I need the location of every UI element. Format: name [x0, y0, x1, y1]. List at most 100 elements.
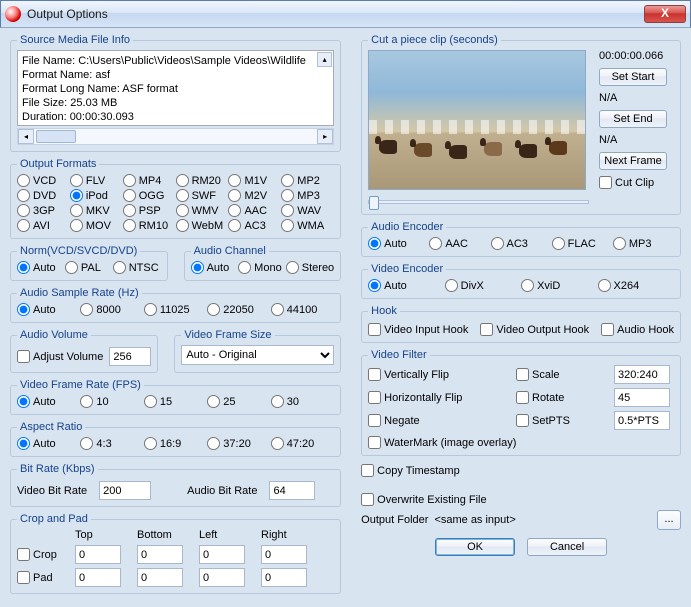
audiochannel-option[interactable]: Mono [238, 261, 286, 274]
scrollbar-thumb[interactable] [36, 130, 76, 143]
hook-check[interactable]: Audio Hook [601, 323, 674, 336]
preview-slider[interactable] [368, 200, 589, 204]
videoenc-option[interactable]: DivX [445, 279, 521, 292]
cancel-button[interactable]: Cancel [527, 538, 607, 556]
hscrollbar[interactable]: ◂ ▸ [17, 128, 334, 145]
videoenc-option[interactable]: Auto [368, 279, 444, 292]
aspect-option[interactable]: 16:9 [144, 437, 207, 450]
norm-option[interactable]: PAL [65, 261, 113, 274]
filter-input[interactable] [614, 411, 670, 430]
ok-button[interactable]: OK [435, 538, 515, 556]
aspect-option[interactable]: 4:3 [80, 437, 143, 450]
set-start-button[interactable]: Set Start [599, 68, 667, 86]
framerate-option[interactable]: 10 [80, 395, 143, 408]
next-frame-button[interactable]: Next Frame [599, 152, 667, 170]
slider-knob[interactable] [369, 196, 379, 210]
samplerate-option[interactable]: Auto [17, 303, 80, 316]
scroll-left-icon[interactable]: ◂ [18, 129, 34, 144]
norm-option[interactable]: Auto [17, 261, 65, 274]
samplerate-option[interactable]: 11025 [144, 303, 207, 316]
watermark-check[interactable]: WaterMark (image overlay) [368, 436, 674, 449]
filter-check[interactable]: Negate [368, 414, 508, 427]
format-option[interactable]: AC3 [228, 219, 281, 232]
filter-input[interactable] [614, 388, 670, 407]
scroll-right-icon[interactable]: ▸ [317, 129, 333, 144]
audioenc-option[interactable]: AC3 [491, 237, 552, 250]
aspect-option[interactable]: 47:20 [271, 437, 334, 450]
crop-top-input[interactable] [75, 545, 121, 564]
format-option[interactable]: AAC [228, 204, 281, 217]
format-option[interactable]: MP2 [281, 174, 334, 187]
adjust-volume-input[interactable] [109, 347, 151, 366]
hook-check[interactable]: Video Input Hook [368, 323, 468, 336]
format-option[interactable]: PSP [123, 204, 176, 217]
samplerate-option[interactable]: 22050 [207, 303, 270, 316]
audioenc-option[interactable]: MP3 [613, 237, 674, 250]
framerate-option[interactable]: Auto [17, 395, 80, 408]
browse-folder-button[interactable]: ... [657, 510, 681, 530]
format-option[interactable]: M2V [228, 189, 281, 202]
audiochannel-option[interactable]: Auto [191, 261, 239, 274]
framerate-option[interactable]: 15 [144, 395, 207, 408]
pad-bottom-input[interactable] [137, 568, 183, 587]
format-option[interactable]: MP3 [281, 189, 334, 202]
pad-check[interactable]: Pad [17, 571, 69, 584]
format-option[interactable]: WMA [281, 219, 334, 232]
audioenc-option[interactable]: FLAC [552, 237, 613, 250]
aspect-option[interactable]: 37:20 [207, 437, 270, 450]
videoenc-option[interactable]: X264 [598, 279, 674, 292]
pad-left-input[interactable] [199, 568, 245, 587]
scroll-up-icon[interactable]: ▴ [317, 52, 332, 67]
aspect-option[interactable]: Auto [17, 437, 80, 450]
pad-right-input[interactable] [261, 568, 307, 587]
format-option[interactable]: FLV [70, 174, 123, 187]
filter-check[interactable]: SetPTS [516, 414, 606, 427]
format-option[interactable]: RM20 [176, 174, 229, 187]
filter-input[interactable] [614, 365, 670, 384]
audio-bitrate-input[interactable] [269, 481, 315, 500]
format-option[interactable]: OGG [123, 189, 176, 202]
video-frame-size-select[interactable]: Auto - Original [181, 345, 334, 365]
format-option[interactable]: MP4 [123, 174, 176, 187]
crop-check[interactable]: Crop [17, 548, 69, 561]
format-option[interactable]: VCD [17, 174, 70, 187]
format-option[interactable]: WebM [176, 219, 229, 232]
filter-check[interactable]: Scale [516, 368, 606, 381]
crop-right-input[interactable] [261, 545, 307, 564]
audiochannel-option[interactable]: Stereo [286, 261, 334, 274]
crop-left-input[interactable] [199, 545, 245, 564]
audioenc-option[interactable]: AAC [429, 237, 490, 250]
format-option[interactable]: MOV [70, 219, 123, 232]
framerate-option[interactable]: 30 [271, 395, 334, 408]
adjust-volume-check[interactable]: Adjust Volume [17, 350, 103, 363]
format-option[interactable]: DVD [17, 189, 70, 202]
format-label: M2V [244, 190, 267, 202]
hook-check[interactable]: Video Output Hook [480, 323, 589, 336]
cut-clip-check[interactable]: Cut Clip [599, 176, 674, 189]
close-button[interactable]: X [644, 5, 686, 23]
pad-top-input[interactable] [75, 568, 121, 587]
format-option[interactable]: SWF [176, 189, 229, 202]
format-option[interactable]: M1V [228, 174, 281, 187]
format-option[interactable]: 3GP [17, 204, 70, 217]
set-end-button[interactable]: Set End [599, 110, 667, 128]
filter-check[interactable]: Rotate [516, 391, 606, 404]
video-bitrate-input[interactable] [99, 481, 151, 500]
overwrite-check[interactable]: Overwrite Existing File [361, 493, 681, 506]
filter-check[interactable]: Horizontally Flip [368, 391, 508, 404]
videoenc-option[interactable]: XviD [521, 279, 597, 292]
samplerate-option[interactable]: 44100 [271, 303, 334, 316]
format-option[interactable]: iPod [70, 189, 123, 202]
format-option[interactable]: MKV [70, 204, 123, 217]
copy-timestamp-check[interactable]: Copy Timestamp [361, 464, 681, 477]
framerate-option[interactable]: 25 [207, 395, 270, 408]
format-option[interactable]: AVI [17, 219, 70, 232]
filter-check[interactable]: Vertically Flip [368, 368, 508, 381]
crop-bottom-input[interactable] [137, 545, 183, 564]
samplerate-option[interactable]: 8000 [80, 303, 143, 316]
norm-option[interactable]: NTSC [113, 261, 161, 274]
format-option[interactable]: WAV [281, 204, 334, 217]
format-option[interactable]: WMV [176, 204, 229, 217]
audioenc-option[interactable]: Auto [368, 237, 429, 250]
format-option[interactable]: RM10 [123, 219, 176, 232]
